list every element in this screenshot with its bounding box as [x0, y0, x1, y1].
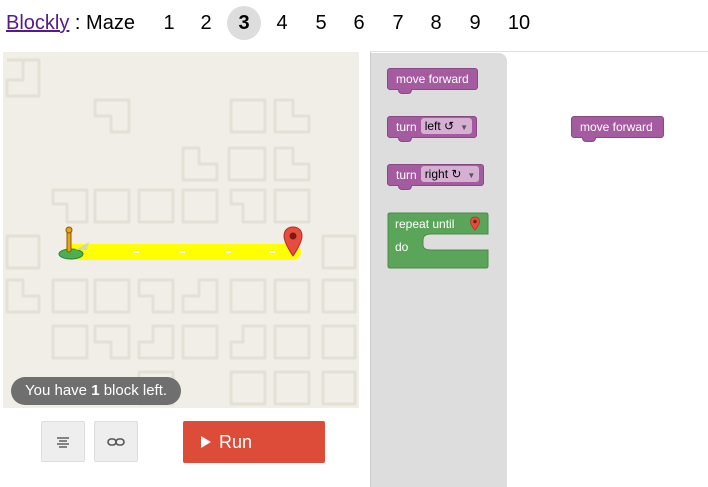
- level-link-6[interactable]: 6: [342, 6, 376, 40]
- level-link-9[interactable]: 9: [458, 6, 492, 40]
- toolbox-turn-left-block[interactable]: turn left ↺ ▼: [387, 116, 478, 142]
- code-lines-icon: [57, 436, 69, 448]
- page-title: Blockly : Maze: [6, 11, 135, 35]
- toolbox-repeat-until-block[interactable]: repeat until do: [387, 212, 489, 269]
- level-link-7[interactable]: 7: [381, 6, 415, 40]
- move-forward-label: move forward: [396, 72, 469, 86]
- header: Blockly : Maze 1 2 3 4 5 6 7 8 9 10: [0, 0, 708, 50]
- level-link-1[interactable]: 1: [152, 6, 186, 40]
- workspace-move-forward-block[interactable]: move forward: [571, 116, 664, 142]
- move-forward-label: move forward: [580, 120, 653, 134]
- capacity-prefix: You have: [25, 382, 92, 399]
- dropdown-arrow-icon: ▼: [467, 171, 476, 180]
- toolbox-move-forward-block[interactable]: move forward: [387, 68, 478, 94]
- level-link-10[interactable]: 10: [502, 6, 536, 40]
- toolbox-turn-right-block[interactable]: turn right ↻ ▼: [387, 164, 485, 190]
- level-link-4[interactable]: 4: [265, 6, 299, 40]
- dropdown-arrow-icon: ▼: [460, 123, 469, 132]
- turn-right-label: turn: [396, 168, 417, 182]
- link-button[interactable]: [94, 421, 138, 462]
- capacity-suffix: block left.: [99, 382, 168, 399]
- level-link-5[interactable]: 5: [304, 6, 338, 40]
- turn-left-dropdown[interactable]: left ↺ ▼: [420, 118, 473, 134]
- goal-marker-icon: [283, 226, 303, 257]
- link-icon: [107, 437, 125, 446]
- level-link-8[interactable]: 8: [419, 6, 453, 40]
- maze-canvas: You have 1 block left.: [3, 52, 359, 408]
- run-program-label: Run Program: [219, 432, 289, 487]
- goal-marker-icon: [470, 216, 480, 231]
- do-label: do: [395, 240, 409, 254]
- title-separator: :: [74, 12, 81, 34]
- puzzle-title: Maze: [86, 12, 135, 34]
- pegman-icon: [58, 226, 89, 260]
- repeat-until-label: repeat until: [395, 217, 455, 231]
- run-program-button[interactable]: Run Program: [183, 421, 325, 487]
- show-code-button[interactable]: [41, 421, 85, 462]
- play-icon: [201, 436, 211, 448]
- turn-right-dropdown[interactable]: right ↻ ▼: [420, 166, 480, 182]
- turn-left-label: turn: [396, 120, 417, 134]
- level-link-3-current[interactable]: 3: [227, 6, 261, 40]
- level-link-2[interactable]: 2: [189, 6, 223, 40]
- capacity-bubble: You have 1 block left.: [11, 377, 182, 405]
- blockly-link[interactable]: Blockly: [6, 12, 69, 34]
- capacity-count: 1: [91, 382, 100, 399]
- header-divider: [370, 51, 708, 52]
